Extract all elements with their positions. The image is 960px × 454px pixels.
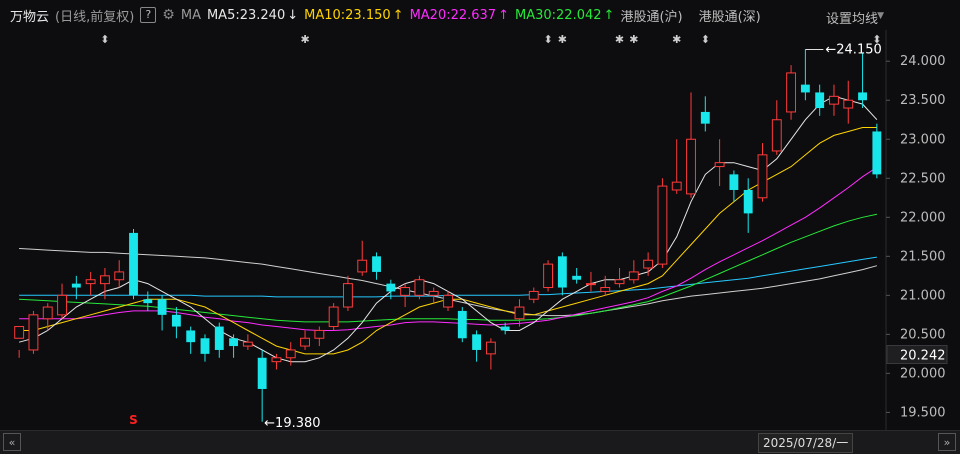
- candle-body: [543, 263, 553, 289]
- y-tick-label: 21.500: [900, 249, 946, 264]
- candle-body: [586, 283, 596, 286]
- candle-body: [557, 256, 567, 288]
- candle-body: [614, 279, 625, 285]
- double-chevron-left-icon[interactable]: «: [3, 433, 21, 451]
- event-marker-icon: ✱: [300, 33, 309, 46]
- candle-body: [443, 294, 453, 308]
- event-marker-icon: ⬍: [701, 33, 710, 46]
- candle-body: [229, 338, 239, 347]
- event-marker-icon: ⬍: [872, 33, 881, 46]
- candle-body: [99, 275, 110, 285]
- candle-body: [271, 357, 282, 363]
- candle-body: [657, 185, 668, 265]
- candle-body: [858, 92, 867, 101]
- candle-body: [328, 306, 339, 328]
- candle-body: [28, 314, 39, 351]
- ma10-line: [19, 127, 877, 355]
- candle-body: [628, 271, 639, 281]
- candle-body: [400, 287, 411, 296]
- candle-body: [242, 341, 253, 347]
- event-marker-icon: ✱: [629, 33, 638, 46]
- candle-body: [757, 154, 768, 199]
- candle-body: [257, 357, 267, 389]
- y-tick-label: 24.000: [900, 54, 946, 69]
- current-price-label: 20.242: [900, 348, 946, 363]
- candle-body: [343, 283, 353, 308]
- y-tick-label: 22.000: [900, 210, 946, 225]
- candle-body: [285, 349, 296, 359]
- candle-body: [114, 271, 125, 281]
- candle-body: [671, 181, 682, 191]
- candle-body: [714, 162, 725, 168]
- event-marker-icon: ✱: [672, 33, 681, 46]
- candle-body: [743, 189, 753, 214]
- candle-body: [186, 330, 196, 343]
- event-marker-icon: ⬍: [543, 33, 552, 46]
- candle-body: [600, 287, 611, 292]
- candle-body: [129, 232, 138, 296]
- candle-body: [786, 72, 797, 113]
- candle-body: [643, 259, 654, 269]
- candle-body: [357, 259, 368, 273]
- candle-body: [143, 299, 153, 304]
- candle-body: [572, 275, 582, 280]
- crosshair-date: 2025/07/28/一: [758, 433, 854, 453]
- candle-body: [386, 283, 396, 292]
- candle-body: [85, 279, 96, 285]
- event-marker-icon: ✱: [615, 33, 624, 46]
- candle-body: [71, 283, 81, 288]
- candle-body: [200, 338, 210, 354]
- event-marker-icon: ✱: [558, 33, 567, 46]
- y-tick-label: 23.000: [900, 132, 946, 147]
- candle-body: [300, 337, 310, 347]
- candlestick-chart[interactable]: 24.000 23.500 23.000 22.500 22.000 21.500 21.0…: [0, 0, 960, 430]
- candle-body: [815, 92, 825, 109]
- y-tick-label: 21.000: [900, 288, 946, 303]
- low-annotation: ←19.380: [264, 416, 320, 430]
- y-tick-label: 20.500: [900, 327, 946, 342]
- candle-body: [14, 326, 25, 339]
- y-tick-label: 20.000: [900, 366, 946, 381]
- candle-body: [528, 290, 539, 300]
- candle-body: [472, 334, 482, 350]
- candle-body: [314, 329, 325, 339]
- candle-body: [57, 294, 67, 316]
- candle-body: [428, 290, 439, 296]
- candle-body: [214, 326, 224, 350]
- candle-body: [771, 119, 782, 152]
- y-tick-label: 22.500: [900, 171, 946, 186]
- candle-body: [872, 131, 882, 175]
- event-marker-icon: ⬍: [100, 33, 109, 46]
- y-tick-label: 19.500: [900, 405, 946, 420]
- candle-body: [372, 256, 381, 272]
- candle-body: [700, 111, 710, 124]
- candle-body: [42, 306, 53, 320]
- candle-body: [157, 299, 167, 315]
- double-chevron-right-icon[interactable]: »: [938, 433, 956, 451]
- candle-body: [686, 138, 696, 195]
- candle-body: [514, 306, 525, 320]
- s-marker: S: [129, 413, 138, 427]
- chart-footer: « 2025/07/28/一 »: [0, 430, 960, 454]
- candle-body: [843, 99, 854, 109]
- candle-body: [500, 326, 510, 331]
- candle-body: [171, 314, 181, 327]
- candle-body: [729, 174, 739, 190]
- candle-body: [457, 310, 467, 339]
- y-tick-label: 23.500: [900, 93, 946, 108]
- candle-body: [829, 95, 839, 105]
- candle-body: [485, 341, 496, 355]
- candle-body: [800, 84, 810, 93]
- candle-body: [414, 279, 425, 296]
